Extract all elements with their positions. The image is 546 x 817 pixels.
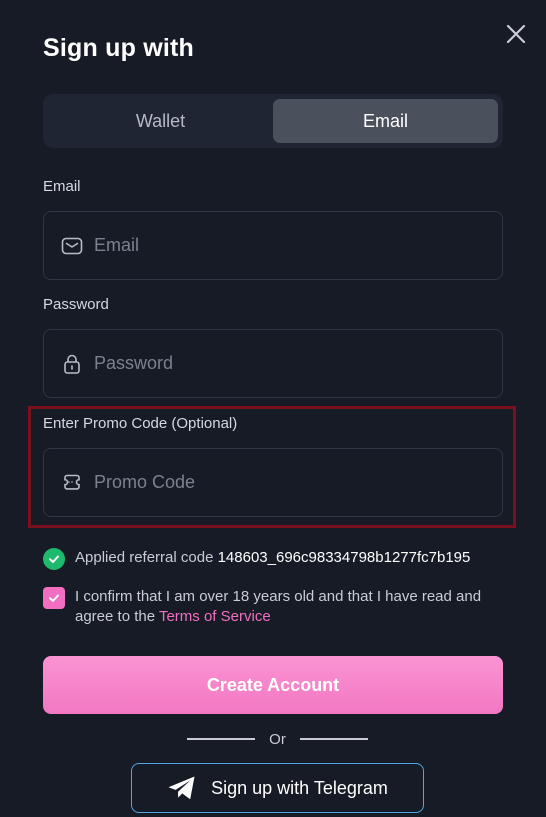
consent-statement: I confirm that I am over 18 years old an… bbox=[75, 588, 482, 625]
email-label: Email bbox=[43, 178, 81, 195]
divider-line-right bbox=[299, 738, 368, 740]
divider-line-left bbox=[187, 738, 255, 740]
age-consent-checkbox[interactable] bbox=[43, 587, 65, 609]
referral-status: Applied referral code 148603_696c9833479… bbox=[43, 548, 470, 570]
promo-code-input[interactable] bbox=[94, 472, 474, 493]
signup-method-tabs: Wallet Email bbox=[43, 94, 503, 148]
close-icon bbox=[506, 24, 526, 44]
tab-email[interactable]: Email bbox=[273, 99, 498, 143]
telegram-label: Sign up with Telegram bbox=[211, 777, 388, 798]
referral-code: 148603_696c98334798b1277fc7b195 bbox=[217, 549, 471, 566]
promo-label: Enter Promo Code (Optional) bbox=[43, 415, 238, 432]
tab-wallet[interactable]: Wallet bbox=[48, 99, 273, 143]
referral-prefix: Applied referral code bbox=[75, 549, 214, 566]
telegram-icon bbox=[168, 776, 195, 800]
password-input[interactable] bbox=[94, 353, 474, 374]
consent-text: I confirm that I am over 18 years old an… bbox=[75, 587, 503, 627]
lock-icon bbox=[64, 354, 80, 374]
mail-icon bbox=[61, 237, 83, 254]
page-title: Sign up with bbox=[43, 34, 194, 62]
or-divider: Or bbox=[187, 728, 368, 750]
age-consent: I confirm that I am over 18 years old an… bbox=[43, 587, 503, 627]
email-field-container bbox=[43, 211, 503, 280]
check-circle-icon bbox=[43, 548, 65, 570]
or-label: Or bbox=[269, 730, 286, 748]
promo-field-container bbox=[43, 448, 503, 517]
referral-text: Applied referral code 148603_696c9833479… bbox=[75, 548, 470, 568]
ticket-icon bbox=[64, 474, 80, 490]
telegram-signup-button[interactable]: Sign up with Telegram bbox=[131, 763, 424, 813]
password-label: Password bbox=[43, 296, 109, 313]
terms-of-service-link[interactable]: Terms of Service bbox=[159, 608, 271, 625]
password-field-container bbox=[43, 329, 503, 398]
create-account-button[interactable]: Create Account bbox=[43, 656, 503, 714]
checkbox-check-icon bbox=[49, 594, 59, 602]
email-input[interactable] bbox=[94, 235, 474, 256]
close-button[interactable] bbox=[504, 22, 528, 46]
